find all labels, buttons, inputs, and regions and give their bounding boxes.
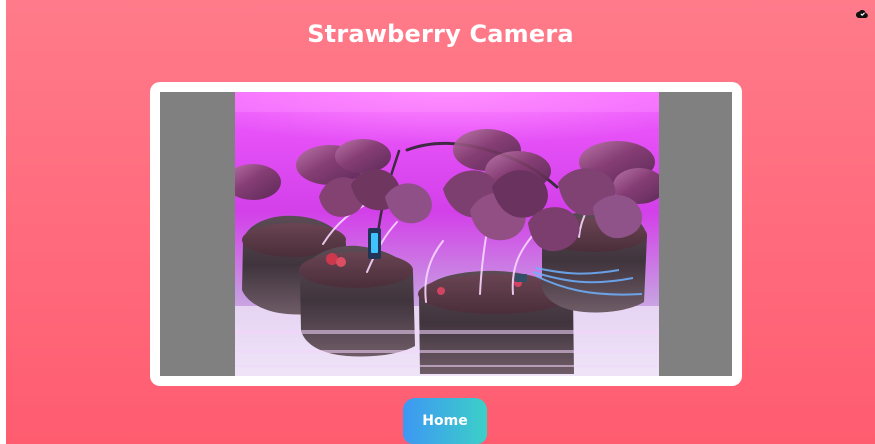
camera-viewport	[160, 92, 732, 376]
camera-feed-image	[235, 92, 659, 376]
page-title: Strawberry Camera	[307, 20, 574, 48]
cloud-icon	[855, 6, 869, 20]
page: Strawberry Camera Home	[0, 0, 875, 444]
app-container: Strawberry Camera Home	[6, 0, 875, 444]
camera-frame	[150, 82, 742, 386]
home-button[interactable]: Home	[403, 398, 487, 444]
